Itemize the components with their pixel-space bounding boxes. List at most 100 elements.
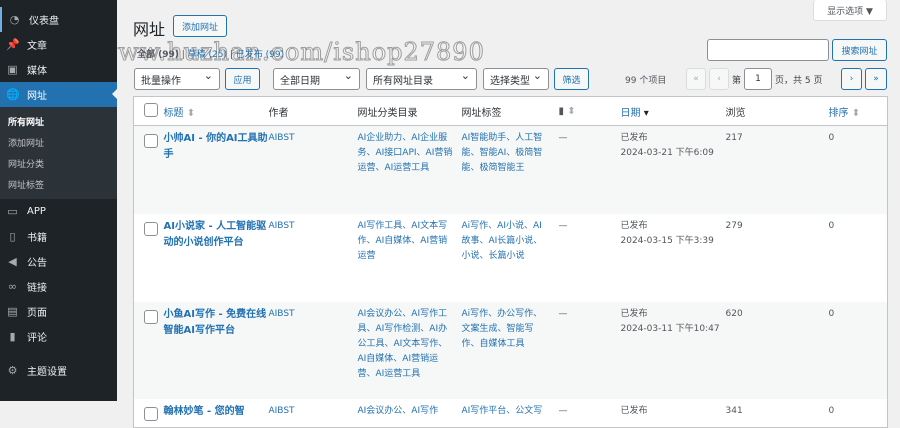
table-row: 小鱼AI写作 - 免费在线智能AI写作平台 AIBST AI会议办公、AI写作工… — [133, 301, 888, 399]
row-title-link[interactable]: 翰林妙笔 - 您的智 — [164, 399, 269, 428]
row-categories[interactable]: AI会议办公、AI写作工具、AI写作检测、AI办公工具、AI文本写作、AI自媒体… — [357, 301, 462, 399]
view-draft[interactable]: 草稿 (25) — [188, 50, 227, 60]
row-order: 0 — [828, 301, 888, 399]
first-page-button[interactable]: « — [686, 68, 706, 90]
row-checkbox[interactable] — [144, 309, 158, 324]
row-status: 已发布 — [620, 133, 648, 143]
row-author[interactable]: AIBST — [269, 399, 358, 428]
filter-button[interactable]: 筛选 — [554, 68, 589, 90]
row-title-link[interactable]: 小帅AI - 你的AI工具助手 — [163, 125, 269, 214]
view-filters: 全部 (99) | 草稿 (25) | 已发布 (99) — [137, 50, 285, 60]
row-categories[interactable]: AI写作工具、AI文本写作、AI自媒体、AI营销运营 — [358, 214, 462, 302]
row-comments: — — [558, 125, 621, 214]
table-header: 标题 ⬍ 作者 网址分类目录 网址标签 ▮ ⬍ 日期 ▾ 浏览 排序 ⬍ — [133, 96, 888, 126]
pin-icon: 📌 — [6, 38, 20, 51]
column-tags: 网址标签 — [461, 96, 559, 126]
comment-icon: ▮ — [9, 330, 16, 343]
column-categories: 网址分类目录 — [357, 96, 462, 126]
submenu-item[interactable]: 网址分类 — [0, 153, 117, 174]
view-all[interactable]: 全部 (99) — [137, 50, 179, 60]
row-status: 已发布 — [620, 308, 648, 319]
archive-icon: ▭ — [7, 205, 18, 218]
row-status: 已发布 — [620, 220, 648, 231]
row-author[interactable]: AIBST — [268, 125, 358, 214]
globe-icon: 🌐 — [6, 88, 20, 101]
admin-sidebar: ◔ 仪表盘 📌 文章 ▣ 媒体 🌐 网址 所有网址 添加网址 网址分类 网址标签 ▭ APP ▯ 书籍 ◀ 公… — [0, 0, 117, 401]
table-row: AI小说家 - 人工智能驱动的小说创作平台 AIBST AI写作工具、AI文本写… — [134, 214, 888, 302]
row-tags[interactable]: AI写作平台、公文写 — [462, 399, 559, 428]
page-total: 页，共 5 页 — [775, 76, 823, 86]
row-comments: — — [558, 405, 568, 416]
column-author: 作者 — [268, 96, 358, 126]
column-date[interactable]: 日期 — [621, 108, 641, 119]
row-views: 620 — [725, 301, 829, 399]
sidebar-item[interactable]: 📌 文章 — [0, 32, 117, 57]
megaphone-icon: ◀ — [8, 255, 17, 268]
bulk-actions-select[interactable]: 批量操作 — [134, 68, 220, 90]
sidebar-item[interactable]: ▤ 页面 — [0, 299, 117, 324]
row-tags[interactable]: Ai写作、AI小说、AI故事、AI长篇小说、小说、长篇小说 — [462, 214, 559, 302]
column-order[interactable]: 排序 — [829, 108, 849, 119]
row-comments: — — [558, 301, 621, 399]
current-page-input[interactable]: 1 — [744, 68, 772, 90]
type-filter-select[interactable]: 选择类型 — [483, 68, 549, 90]
row-views: 217 — [725, 125, 829, 214]
sidebar-item[interactable]: ▯ 书籍 — [0, 224, 117, 249]
row-title-link[interactable]: AI小说家 - 人工智能驱动的小说创作平台 — [164, 214, 269, 302]
row-date: 2024-03-21 下午6:09 — [620, 148, 714, 158]
book-icon: ▯ — [9, 230, 16, 243]
add-url-button[interactable]: 添加网址 — [173, 15, 227, 37]
sidebar-item[interactable]: ▭ APP — [0, 199, 117, 224]
select-all-checkbox[interactable] — [144, 102, 158, 117]
row-date: 2024-03-11 下午10:47 — [620, 323, 720, 334]
next-page-button[interactable]: › — [841, 68, 862, 90]
submenu-item[interactable]: 网址标签 — [0, 174, 117, 195]
sidebar-item[interactable]: ∞ 链接 — [0, 274, 117, 299]
comment-icon[interactable]: ▮ — [559, 106, 565, 117]
row-date: 2024-03-15 下午3:39 — [620, 235, 714, 246]
row-comments: — — [558, 220, 568, 231]
row-checkbox[interactable] — [144, 406, 158, 421]
gear-icon: ⚙ — [7, 364, 18, 377]
row-categories[interactable]: AI会议办公、AI写作 — [358, 399, 462, 428]
view-published[interactable]: 已发布 (99) — [236, 50, 284, 60]
row-checkbox[interactable] — [144, 221, 158, 236]
main-content: 网址 添加网址 显示选项 ▼ 全部 (99) | 草稿 (25) | 已发布 (… — [133, 0, 888, 428]
search-input[interactable] — [707, 39, 829, 61]
column-title[interactable]: 标题 — [164, 108, 184, 119]
sidebar-item[interactable]: ▣ 媒体 — [0, 57, 117, 82]
sidebar-item[interactable]: ◔ 仪表盘 — [0, 7, 117, 32]
items-count: 99 个项目 — [625, 76, 667, 86]
row-categories[interactable]: AI企业助力、AI企业服务、AI接口API、AI营销运营、AI运营工具 — [357, 125, 462, 214]
submenu-item[interactable]: 所有网址 — [0, 111, 117, 132]
row-tags[interactable]: Ai写作、办公写作、文案生成、智能写作、自媒体工具 — [461, 301, 559, 399]
row-views: 279 — [725, 220, 743, 231]
sidebar-item[interactable]: ◀ 公告 — [0, 249, 117, 274]
submenu: 所有网址 添加网址 网址分类 网址标签 — [0, 107, 117, 199]
media-icon: ▣ — [7, 63, 18, 76]
screen-options-button[interactable]: 显示选项 ▼ — [813, 0, 887, 21]
row-tags[interactable]: AI智能助手、人工智能、智能AI、极简智能、极简智能王 — [461, 125, 559, 214]
urls-table: 标题 ⬍ 作者 网址分类目录 网址标签 ▮ ⬍ 日期 ▾ 浏览 排序 ⬍ 小帅A… — [133, 96, 888, 428]
last-page-button[interactable]: » — [865, 68, 887, 90]
row-author[interactable]: AIBST — [268, 301, 358, 399]
row-checkbox[interactable] — [144, 134, 158, 148]
page-icon: ▤ — [7, 305, 18, 318]
sidebar-item[interactable]: ▮ 评论 — [0, 324, 117, 349]
row-order: 0 — [828, 125, 888, 214]
apply-button[interactable]: 应用 — [225, 68, 260, 90]
table-row: 小帅AI - 你的AI工具助手 AIBST AI企业助力、AI企业服务、AI接口… — [133, 125, 888, 214]
dashboard-icon: ◔ — [9, 13, 20, 26]
submenu-item[interactable]: 添加网址 — [0, 132, 117, 153]
table-row: 翰林妙笔 - 您的智 AIBST AI会议办公、AI写作 AI写作平台、公文写 … — [134, 399, 888, 428]
date-filter-select[interactable]: 全部日期 — [273, 68, 360, 90]
link-icon: ∞ — [7, 280, 18, 293]
row-title-link[interactable]: 小鱼AI写作 - 免费在线智能AI写作平台 — [163, 301, 269, 399]
search-button[interactable]: 搜索网址 — [832, 39, 887, 61]
category-filter-select[interactable]: 所有网址目录 — [366, 68, 477, 90]
row-status: 已发布 — [620, 405, 648, 416]
sidebar-item[interactable]: ⚙ 主题设置 — [0, 358, 117, 383]
sidebar-item[interactable]: 🌐 网址 — [0, 82, 117, 107]
prev-page-button[interactable]: ‹ — [709, 68, 729, 90]
row-author[interactable]: AIBST — [269, 214, 358, 302]
